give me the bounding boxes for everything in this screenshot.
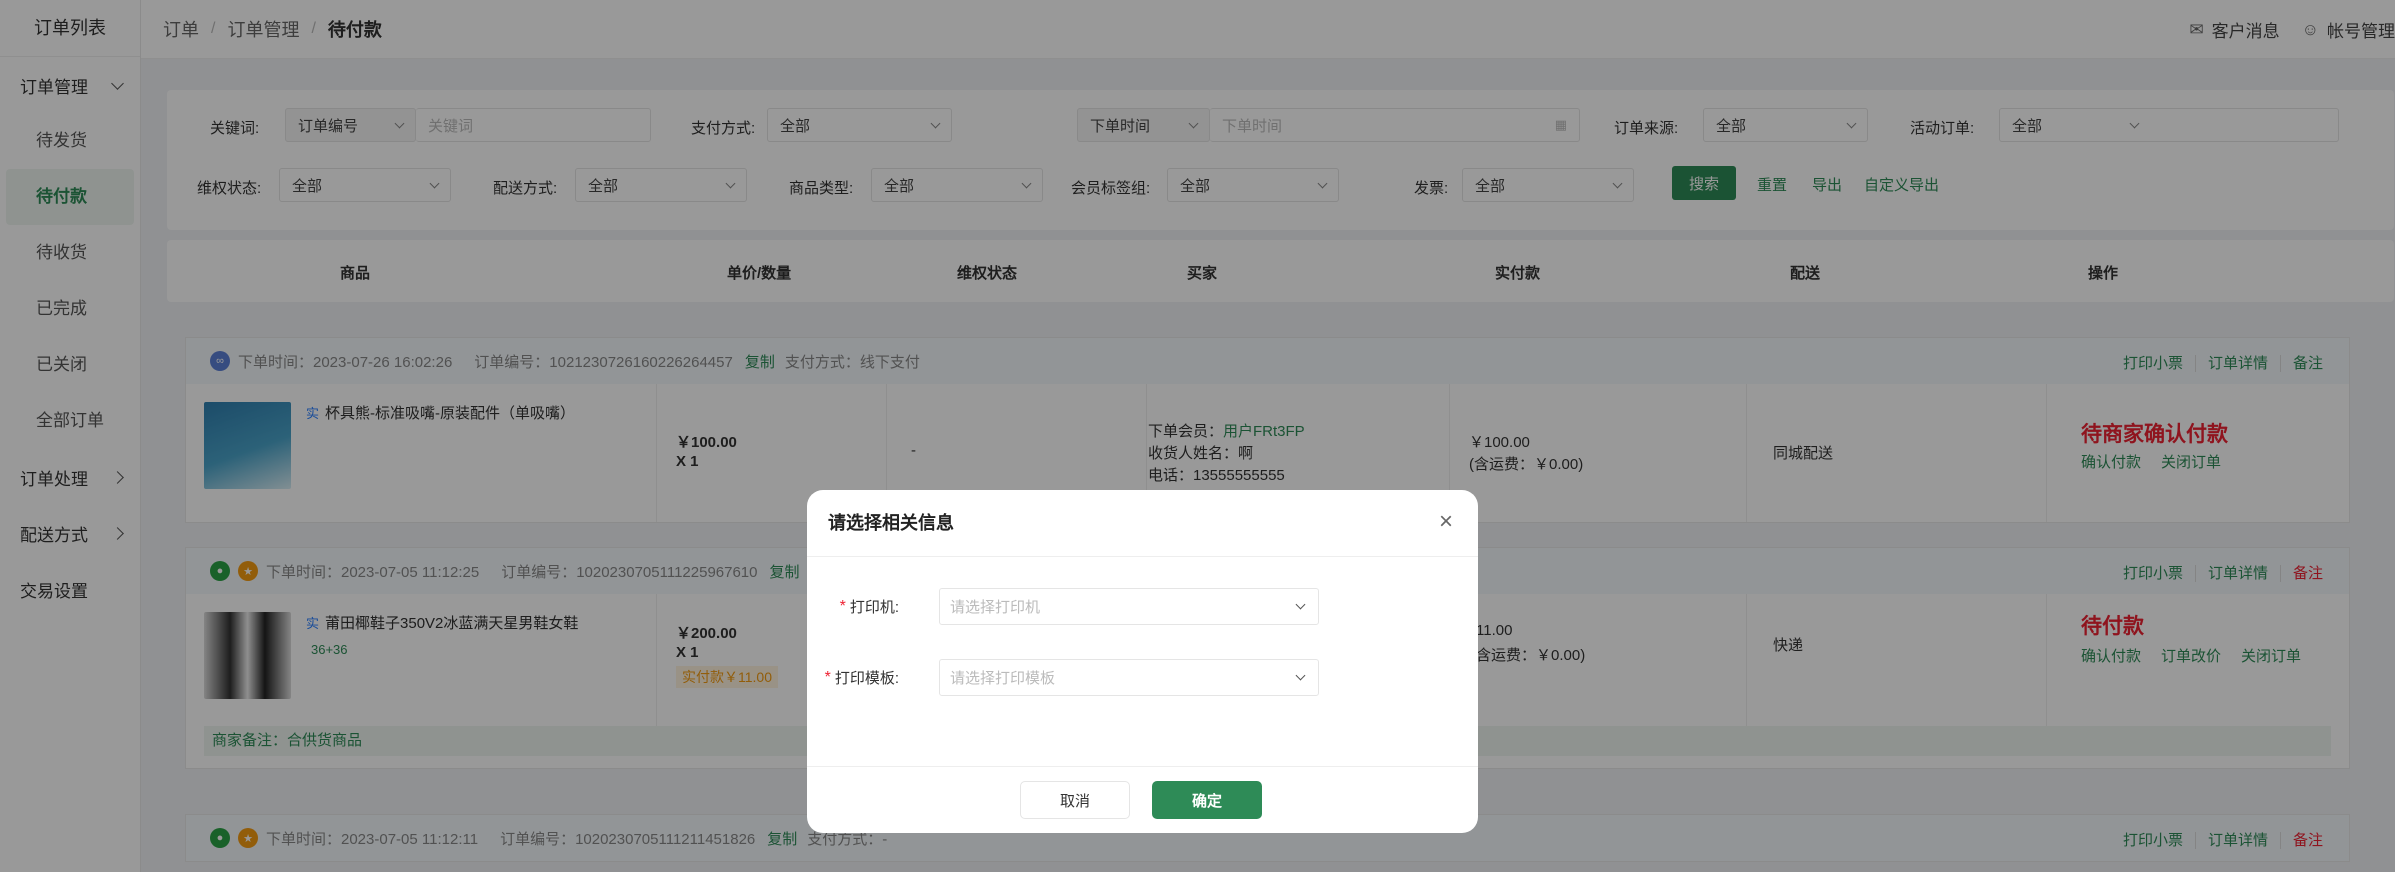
template-label-wrap: * 打印模板:: [807, 667, 899, 688]
template-placeholder: 请选择打印模板: [950, 670, 1056, 687]
confirm-button[interactable]: 确定: [1152, 781, 1262, 819]
template-row: * 打印模板: 请选择打印模板: [807, 659, 1478, 696]
printer-select[interactable]: 请选择打印机: [939, 588, 1319, 625]
close-icon[interactable]: ×: [1432, 508, 1460, 536]
required-mark: *: [839, 597, 846, 615]
printer-row: * 打印机: 请选择打印机: [807, 588, 1478, 625]
printer-label: 打印机:: [849, 599, 899, 616]
dialog-footer: 取消 确定: [807, 766, 1478, 833]
chevron-down-icon: [1295, 599, 1306, 610]
cancel-button[interactable]: 取消: [1020, 781, 1130, 819]
printer-label-wrap: * 打印机:: [807, 596, 899, 617]
printer-placeholder: 请选择打印机: [950, 599, 1041, 616]
required-mark: *: [824, 668, 831, 686]
dialog-title: 请选择相关信息: [807, 490, 1478, 557]
print-settings-dialog: 请选择相关信息 × * 打印机: 请选择打印机 * 打印模板: 请选择打印模板 取消…: [807, 490, 1478, 833]
template-label: 打印模板:: [834, 670, 899, 687]
template-select[interactable]: 请选择打印模板: [939, 659, 1319, 696]
chevron-down-icon: [1295, 670, 1306, 681]
